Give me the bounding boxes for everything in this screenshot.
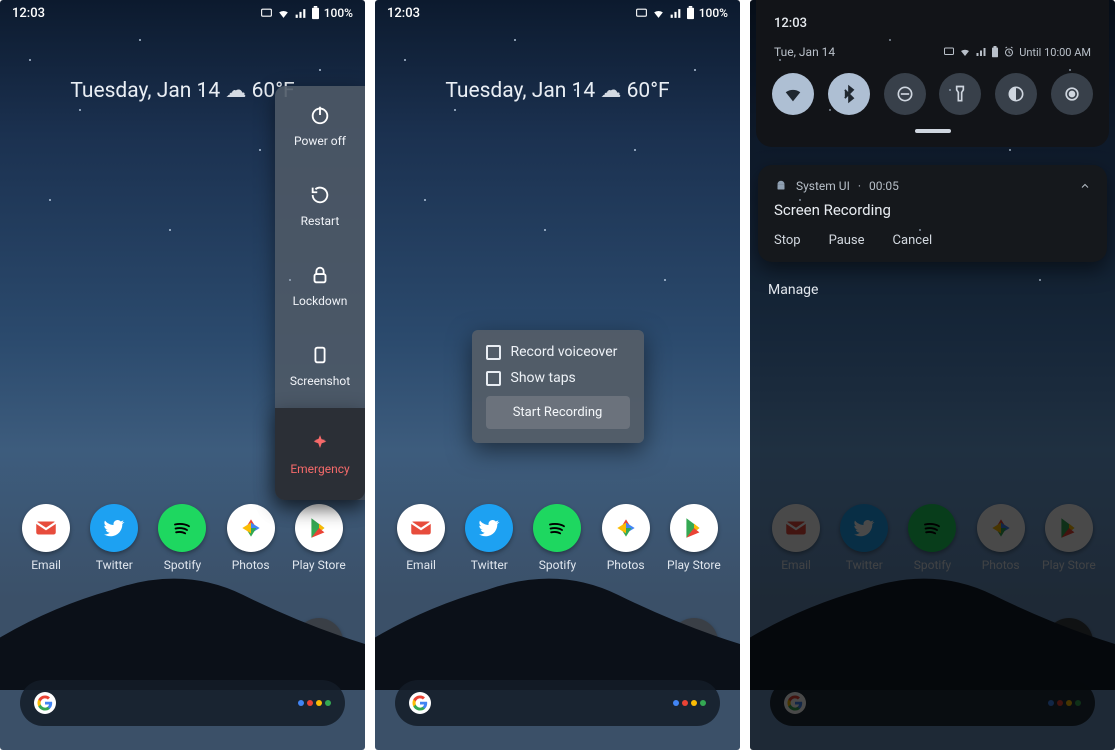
- screen-record-icon: [1062, 84, 1082, 104]
- wifi-status-icon: [959, 46, 971, 58]
- flashlight-icon: [950, 84, 970, 104]
- restart-button[interactable]: Restart: [275, 166, 365, 246]
- chevron-up-icon[interactable]: [1079, 180, 1091, 192]
- search-bar[interactable]: [20, 680, 345, 726]
- notification-pause-button[interactable]: Pause: [829, 233, 865, 248]
- wallpaper-mountain: [375, 540, 740, 690]
- battery-pct: 100%: [699, 6, 728, 20]
- alarm-icon: [1003, 46, 1015, 58]
- lock-icon: [309, 264, 331, 286]
- cast-icon: [635, 7, 648, 20]
- record-voiceover-checkbox[interactable]: Record voiceover: [486, 344, 630, 360]
- emergency-icon: [309, 432, 331, 454]
- dark-theme-tile[interactable]: [995, 73, 1037, 115]
- wallpaper-mountain: [0, 540, 365, 690]
- battery-icon: [311, 6, 320, 20]
- wifi-status-icon: [652, 7, 665, 20]
- manage-button[interactable]: Manage: [768, 282, 818, 298]
- notification-title: Screen Recording: [774, 201, 1091, 219]
- power-off-button[interactable]: Power off: [275, 86, 365, 166]
- bluetooth-icon: [839, 84, 859, 104]
- battery-icon: [991, 46, 999, 58]
- screenshot-button[interactable]: Screenshot: [275, 326, 365, 406]
- assistant-icon[interactable]: [298, 700, 331, 706]
- flashlight-tile[interactable]: [939, 73, 981, 115]
- phone-notification-shade: Email Twitter Spotify Photos Play Store …: [750, 0, 1115, 750]
- cloud-icon: ☁: [225, 79, 251, 103]
- shade-time: 12:03: [774, 16, 807, 31]
- wifi-tile[interactable]: [772, 73, 814, 115]
- signal-icon: [669, 7, 682, 20]
- wifi-status-icon: [277, 7, 290, 20]
- power-menu: Power off Restart Lockdown Screenshot Em…: [275, 86, 365, 500]
- wifi-icon: [783, 84, 803, 104]
- notification-app-name: System UI: [796, 179, 850, 193]
- dnd-icon: [895, 84, 915, 104]
- battery-icon: [686, 6, 695, 20]
- phone-power-menu: 12:03 100% Tuesday, Jan 14 ☁ 60°F Email …: [0, 0, 365, 750]
- quick-settings-tiles: [770, 73, 1095, 129]
- status-time: 12:03: [12, 6, 45, 21]
- screen-recording-notification[interactable]: System UI · 00:05 Screen Recording Stop …: [758, 165, 1107, 262]
- restart-icon: [309, 184, 331, 206]
- dark-theme-icon: [1006, 84, 1026, 104]
- notification-cancel-button[interactable]: Cancel: [893, 233, 933, 248]
- google-g-icon: [409, 692, 431, 714]
- dnd-tile[interactable]: [884, 73, 926, 115]
- show-taps-checkbox[interactable]: Show taps: [486, 370, 630, 386]
- notification-age: 00:05: [869, 179, 899, 193]
- signal-icon: [294, 7, 307, 20]
- status-time: 12:03: [387, 6, 420, 21]
- android-icon: [774, 179, 788, 193]
- cast-icon: [943, 46, 955, 58]
- battery-pct: 100%: [324, 6, 353, 20]
- cloud-icon: ☁: [600, 79, 626, 103]
- power-icon: [309, 104, 331, 126]
- checkbox-icon: [486, 371, 501, 386]
- start-recording-button[interactable]: Start Recording: [486, 396, 630, 429]
- google-g-icon: [34, 692, 56, 714]
- alarm-label: Until 10:00 AM: [1019, 46, 1091, 59]
- cast-icon: [260, 7, 273, 20]
- emergency-button[interactable]: Emergency: [275, 408, 365, 500]
- status-bar: 12:03 100%: [0, 0, 365, 26]
- checkbox-icon: [486, 345, 501, 360]
- screen-record-tile[interactable]: [1051, 73, 1093, 115]
- shade-date: Tue, Jan 14: [774, 45, 835, 59]
- status-bar: 12:03 100%: [375, 0, 740, 26]
- signal-icon: [975, 46, 987, 58]
- shade-drag-handle[interactable]: [915, 129, 951, 133]
- screen-record-dialog: Record voiceover Show taps Start Recordi…: [472, 330, 644, 443]
- lockdown-button[interactable]: Lockdown: [275, 246, 365, 326]
- assistant-icon[interactable]: [673, 700, 706, 706]
- phone-record-dialog: 12:03 100% Tuesday, Jan 14 ☁ 60°F Email …: [375, 0, 740, 750]
- quick-settings-panel: 12:03 Tue, Jan 14 Until 10:00 AM: [756, 0, 1109, 147]
- search-bar[interactable]: [395, 680, 720, 726]
- notification-stop-button[interactable]: Stop: [774, 233, 801, 248]
- date-weather[interactable]: Tuesday, Jan 14 ☁ 60°F: [375, 78, 740, 103]
- bluetooth-tile[interactable]: [828, 73, 870, 115]
- screenshot-icon: [309, 344, 331, 366]
